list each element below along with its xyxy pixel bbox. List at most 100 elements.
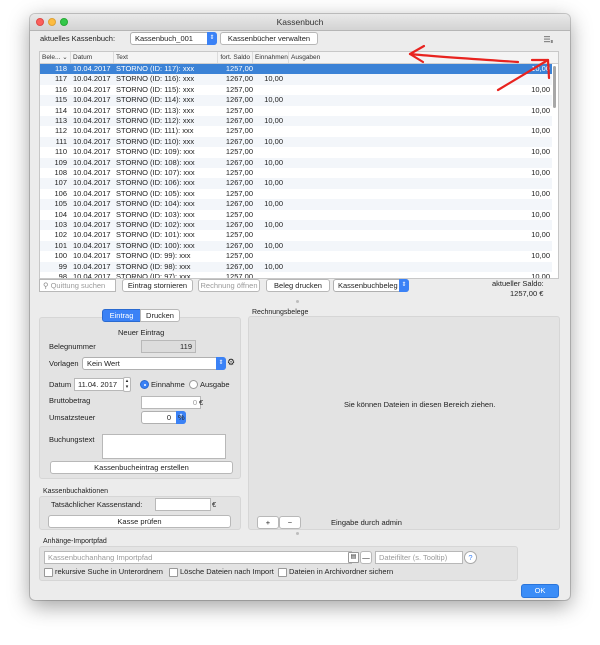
help-button[interactable]: ? — [464, 551, 477, 564]
close-window-button[interactable] — [36, 18, 44, 26]
cell-text: STORNO (ID: 115): xxx — [116, 84, 195, 94]
clear-path-button[interactable]: — — [360, 551, 372, 564]
table-row[interactable]: 111 10.04.2017 STORNO (ID: 110): xxx 1267,0… — [40, 136, 552, 148]
list-settings-icon[interactable] — [544, 36, 553, 43]
income-radio[interactable] — [140, 380, 149, 389]
templates-value: Kein Wert — [87, 359, 120, 368]
table-row[interactable]: 104 10.04.2017 STORNO (ID: 103): xxx 1257,0… — [40, 210, 552, 220]
cell-saldo: 1257,00 — [225, 126, 253, 136]
zoom-window-button[interactable] — [60, 18, 68, 26]
chevron-updown-icon: ⇕ — [207, 32, 217, 45]
cashbook-select[interactable]: Kassenbuch_001 ⇕ — [130, 32, 217, 45]
gross-amount-field[interactable]: 0 — [141, 396, 201, 409]
table-row[interactable]: 110 10.04.2017 STORNO (ID: 109): xxx 1257,0… — [40, 147, 552, 157]
minimize-window-button[interactable] — [48, 18, 56, 26]
table-row[interactable]: 102 10.04.2017 STORNO (ID: 101): xxx 1257,0… — [40, 230, 552, 240]
vat-percent: % — [178, 413, 185, 422]
table-row[interactable]: 117 10.04.2017 STORNO (ID: 116): xxx 1267,0… — [40, 74, 552, 85]
cell-aus: 10,00 — [531, 105, 550, 115]
chevron-updown-icon: ⇕ — [399, 279, 409, 292]
table-row[interactable]: 98 10.04.2017 STORNO (ID: 97): xxx 1257,00 1… — [40, 272, 552, 278]
cell-text: STORNO (ID: 109): xxx — [116, 147, 195, 157]
booking-text-area[interactable] — [102, 434, 226, 459]
split-handle-lower[interactable] — [296, 532, 299, 535]
cell-aus: 10,00 — [531, 209, 550, 219]
table-row[interactable]: 105 10.04.2017 STORNO (ID: 104): xxx 1267,0… — [40, 199, 552, 210]
income-label: Einnahme — [151, 380, 185, 389]
date-stepper[interactable]: ▴ ▾ — [123, 377, 131, 392]
receipt-search-input[interactable]: ⚲ Quittung suchen — [39, 279, 116, 292]
cell-text: STORNO (ID: 99): xxx — [116, 251, 191, 261]
column-ausgaben[interactable]: Ausgaben — [289, 52, 558, 63]
cancel-entry-button[interactable]: Eintrag stornieren — [122, 279, 193, 292]
print-receipt-button[interactable]: Beleg drucken — [266, 279, 330, 292]
new-entry-heading: Neuer Eintrag — [118, 328, 165, 337]
split-handle[interactable] — [296, 300, 299, 303]
table-row[interactable]: 113 10.04.2017 STORNO (ID: 112): xxx 1267,0… — [40, 116, 552, 127]
column-text[interactable]: Text — [114, 52, 218, 63]
gear-icon[interactable]: ⚙ — [227, 357, 237, 368]
table-row[interactable]: 114 10.04.2017 STORNO (ID: 113): xxx 1257,0… — [40, 106, 552, 116]
table-row[interactable]: 108 10.04.2017 STORNO (ID: 107): xxx 1257,0… — [40, 168, 552, 178]
expense-radio[interactable] — [189, 380, 198, 389]
cell-date: 10.04.2017 — [73, 178, 111, 188]
column-datum[interactable]: Datum — [71, 52, 114, 63]
table-row[interactable]: 101 10.04.2017 STORNO (ID: 100): xxx 1267,0… — [40, 240, 552, 252]
remove-receipt-button[interactable]: − — [279, 516, 301, 529]
table-row[interactable]: 99 10.04.2017 STORNO (ID: 98): xxx 1267,00 1… — [40, 261, 552, 272]
table-row[interactable]: 107 10.04.2017 STORNO (ID: 106): xxx 1267,0… — [40, 178, 552, 189]
cell-text: STORNO (ID: 103): xxx — [116, 209, 195, 219]
cell-saldo: 1267,00 — [225, 157, 253, 167]
import-path-input[interactable]: Kassenbuchanhang Importpfad — [44, 551, 352, 564]
templates-select[interactable]: Kein Wert ⇕ — [82, 357, 226, 370]
cashbook-select-value: Kassenbuch_001 — [135, 34, 193, 43]
cell-ein: 10,00 — [264, 74, 283, 84]
check-cash-button[interactable]: Kasse prüfen — [48, 515, 231, 528]
recursive-search-checkbox[interactable] — [44, 568, 53, 577]
cell-ein: 10,00 — [264, 116, 283, 125]
cell-nr: 101 — [54, 240, 67, 250]
sort-down-icon: ⌄ — [62, 54, 68, 61]
vat-value: 0 — [166, 413, 171, 422]
cashbook-table[interactable]: Bele... ⌄ Datum Text fort. Saldo Einnahm… — [39, 51, 559, 279]
table-row[interactable]: 115 10.04.2017 STORNO (ID: 114): xxx 1267,0… — [40, 95, 552, 106]
actual-balance-field[interactable] — [155, 498, 211, 511]
receipts-drop-area[interactable] — [248, 316, 560, 530]
receipt-type-select[interactable]: Kassenbuchbeleg ⇕ — [333, 279, 409, 292]
column-saldo[interactable]: fort. Saldo — [218, 52, 253, 63]
table-row[interactable]: 103 10.04.2017 STORNO (ID: 102): xxx 1267,0… — [40, 220, 552, 231]
tab-print[interactable]: Drucken — [140, 309, 180, 322]
folder-picker-icon[interactable]: ▤ — [348, 552, 359, 563]
cell-ein: 10,00 — [264, 95, 283, 105]
create-entry-button[interactable]: Kassenbucheintrag erstellen — [50, 461, 233, 474]
kassenbuch-window: Kassenbuch aktuelles Kassenbuch: Kassenb… — [30, 14, 570, 600]
cell-text: STORNO (ID: 104): xxx — [116, 199, 195, 209]
tab-entry[interactable]: Eintrag — [102, 309, 141, 322]
manage-cashbooks-button[interactable]: Kassenbücher verwalten — [220, 32, 318, 45]
cell-date: 10.04.2017 — [73, 209, 111, 219]
add-receipt-button[interactable]: + — [257, 516, 279, 529]
table-row[interactable]: 100 10.04.2017 STORNO (ID: 99): xxx 1257,00… — [40, 251, 552, 261]
cell-aus: 10,00 — [531, 168, 550, 177]
table-row[interactable]: 106 10.04.2017 STORNO (ID: 105): xxx 1257,0… — [40, 189, 552, 199]
file-filter-input[interactable]: Dateifilter (s. Tooltip) — [375, 551, 463, 564]
delete-after-import-label: Lösche Dateien nach Import — [180, 567, 274, 576]
table-row[interactable]: 109 10.04.2017 STORNO (ID: 108): xxx 1267,0… — [40, 157, 552, 168]
ok-button[interactable]: OK — [521, 584, 559, 598]
cell-date: 10.04.2017 — [73, 64, 111, 73]
column-einnahmen[interactable]: Einnahmen — [253, 52, 289, 63]
table-row[interactable]: 112 10.04.2017 STORNO (ID: 111): xxx 1257,0… — [40, 126, 552, 136]
archive-files-checkbox[interactable] — [278, 568, 287, 577]
table-scrollbar[interactable] — [553, 66, 556, 108]
column-belegnummer[interactable]: Bele... ⌄ — [40, 52, 71, 63]
receipt-number-label: Belegnummer — [49, 342, 96, 351]
table-row[interactable]: 116 10.04.2017 STORNO (ID: 115): xxx 1257,0… — [40, 85, 552, 95]
cell-nr: 113 — [55, 116, 67, 125]
delete-after-import-checkbox[interactable] — [169, 568, 178, 577]
date-field[interactable]: 11.04. 2017 — [74, 378, 125, 391]
search-icon: ⚲ — [43, 281, 49, 290]
cell-date: 10.04.2017 — [73, 116, 111, 125]
table-row[interactable]: 118 10.04.2017 STORNO (ID: 117): xxx 1257,0… — [40, 64, 552, 75]
cell-date: 10.04.2017 — [73, 168, 111, 177]
open-invoice-button[interactable]: Rechnung öffnen — [198, 279, 260, 292]
